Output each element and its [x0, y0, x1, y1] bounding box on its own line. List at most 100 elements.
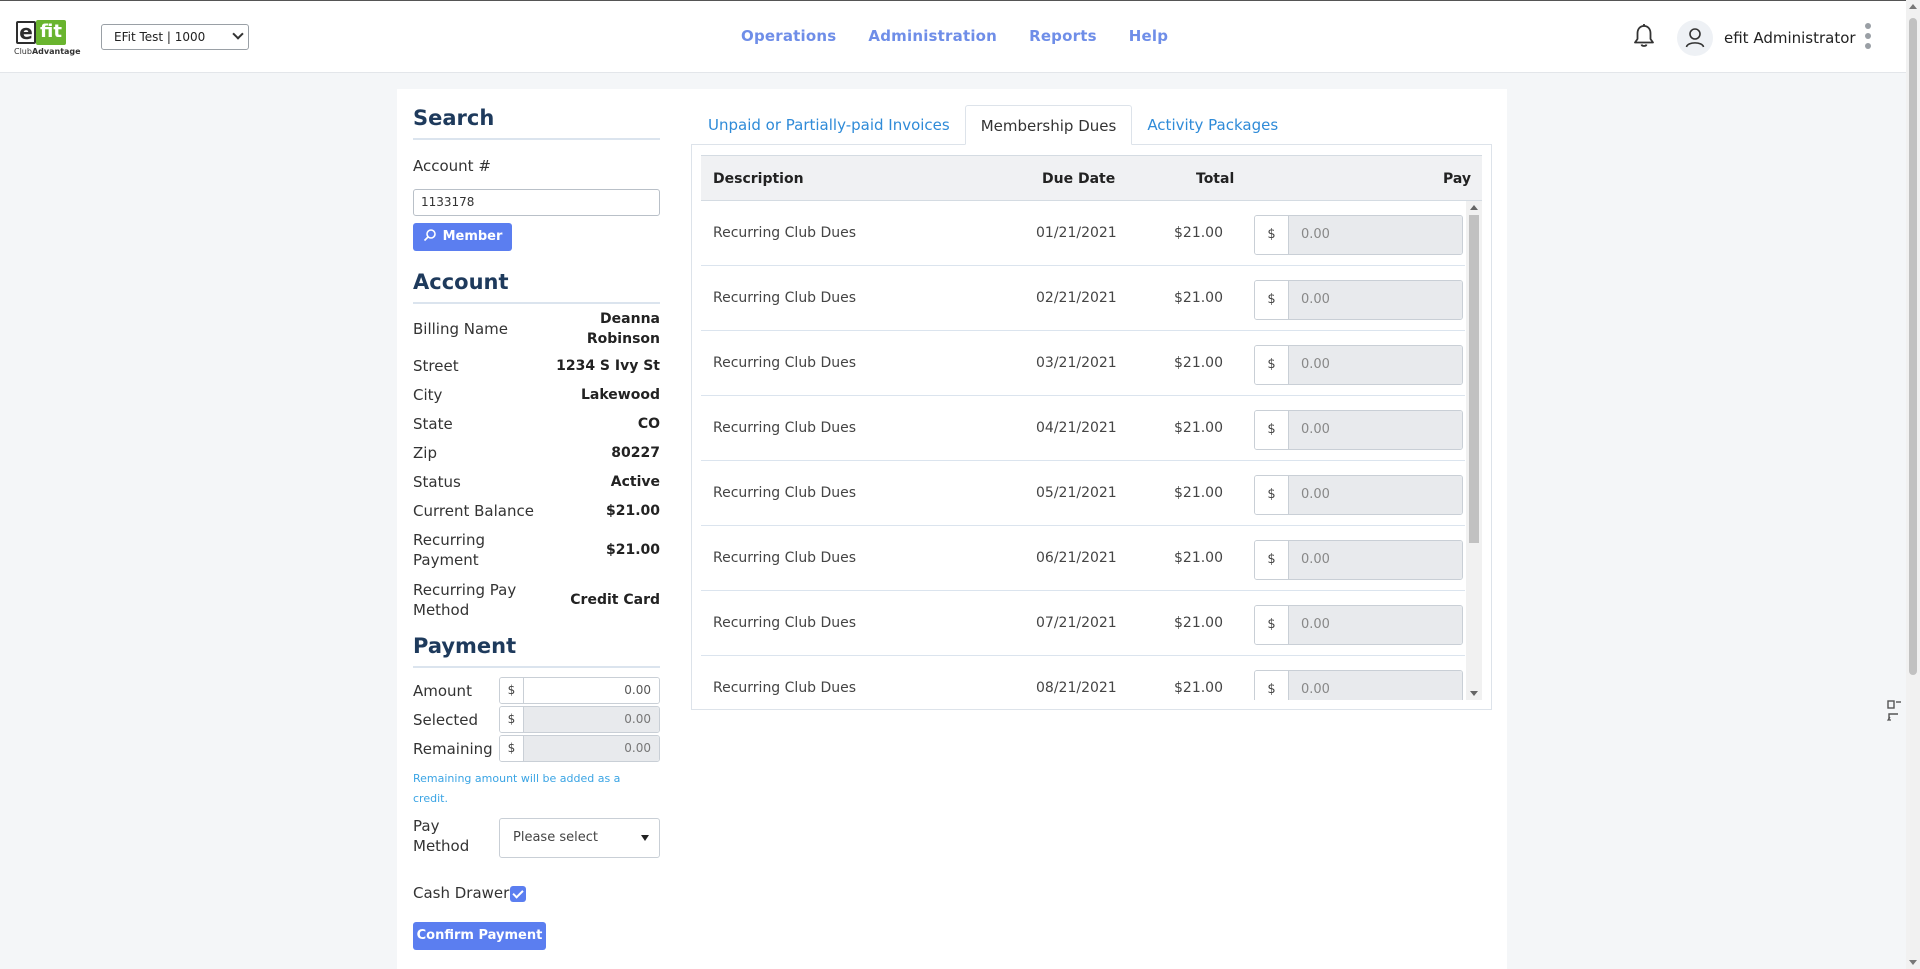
pay-value: 0.00: [1289, 346, 1462, 384]
row-pay-input[interactable]: $0.00: [1254, 605, 1463, 645]
search-icon: [423, 229, 436, 242]
table-row: Recurring Club Dues 06/21/2021 $21.00 $0…: [701, 526, 1465, 591]
table-scrollbar[interactable]: [1466, 201, 1482, 700]
row-total: $21.00: [1174, 420, 1223, 436]
bell-icon[interactable]: [1633, 23, 1655, 49]
row-description: Recurring Club Dues: [713, 680, 857, 696]
user-icon: [1685, 28, 1705, 48]
selected-row: Selected $ 0.00: [413, 706, 660, 733]
member-search-button[interactable]: Member: [413, 223, 512, 251]
account-number-label: Account #: [413, 157, 491, 175]
amount-input[interactable]: $ 0.00: [499, 677, 660, 704]
row-description: Recurring Club Dues: [713, 225, 857, 241]
row-total: $21.00: [1174, 680, 1223, 696]
row-due-date: 08/21/2021: [1036, 680, 1117, 696]
row-pay-input[interactable]: $0.00: [1254, 280, 1463, 320]
more-menu-icon[interactable]: [1863, 23, 1873, 51]
row-pay-input[interactable]: $0.00: [1254, 410, 1463, 450]
tab-bar: Unpaid or Partially-paid Invoices Member…: [693, 105, 1293, 145]
remaining-value: 0.00: [524, 736, 659, 761]
billing-name-row: Billing Name Deanna Robinson: [413, 309, 660, 349]
zip-label: Zip: [413, 444, 437, 462]
search-section-title: Search: [413, 106, 660, 140]
row-pay-input[interactable]: $0.00: [1254, 475, 1463, 515]
tab-unpaid-invoices[interactable]: Unpaid or Partially-paid Invoices: [693, 105, 965, 145]
row-total: $21.00: [1174, 290, 1223, 306]
row-total: $21.00: [1174, 225, 1223, 241]
nav-operations[interactable]: Operations: [741, 26, 836, 46]
pay-currency: $: [1255, 411, 1289, 449]
row-due-date: 07/21/2021: [1036, 615, 1117, 631]
pay-method-select[interactable]: Please select: [499, 818, 660, 858]
table-scrollbar-thumb[interactable]: [1469, 215, 1479, 543]
cash-drawer-checkbox[interactable]: [510, 886, 526, 902]
recurring-payment-value: $21.00: [605, 542, 660, 558]
selected-label: Selected: [413, 710, 479, 729]
nav-administration[interactable]: Administration: [868, 26, 997, 46]
pay-value: 0.00: [1289, 476, 1462, 514]
confirm-payment-button[interactable]: Confirm Payment: [413, 922, 546, 950]
current-balance-row: Current Balance $21.00: [413, 501, 660, 521]
tab-activity-packages[interactable]: Activity Packages: [1132, 105, 1293, 145]
table-row: Recurring Club Dues 04/21/2021 $21.00 $0…: [701, 396, 1465, 461]
table-row: Recurring Club Dues 07/21/2021 $21.00 $0…: [701, 591, 1465, 656]
pay-value: 0.00: [1289, 541, 1462, 579]
pay-currency: $: [1255, 541, 1289, 579]
row-due-date: 03/21/2021: [1036, 355, 1117, 371]
payment-section-title: Payment: [413, 634, 660, 668]
pay-currency: $: [1255, 216, 1289, 254]
page-scrollbar[interactable]: [1906, 0, 1920, 969]
remaining-label: Remaining: [413, 739, 493, 758]
pay-currency: $: [1255, 606, 1289, 644]
recurring-pay-method-label: Recurring Pay Method: [413, 581, 517, 619]
dues-table: Description Due Date Total Pay Recurring…: [701, 155, 1482, 700]
amount-value: 0.00: [524, 678, 659, 703]
row-description: Recurring Club Dues: [713, 485, 857, 501]
pay-value: 0.00: [1289, 216, 1462, 254]
pay-method-label: Pay Method: [413, 817, 470, 855]
side-tool-icon[interactable]: [1886, 698, 1902, 726]
row-pay-input[interactable]: $0.00: [1254, 540, 1463, 580]
row-pay-input[interactable]: $0.00: [1254, 345, 1463, 385]
recurring-pay-method-row: Recurring Pay Method Credit Card: [413, 580, 660, 620]
nav-help[interactable]: Help: [1129, 26, 1168, 46]
row-pay-input[interactable]: $0.00: [1254, 215, 1463, 255]
selected-currency: $: [500, 707, 524, 732]
pay-value: 0.00: [1289, 411, 1462, 449]
street-label: Street: [413, 357, 459, 375]
scroll-down-arrow-icon[interactable]: [1909, 960, 1917, 965]
user-name[interactable]: efit Administrator: [1724, 28, 1856, 48]
remaining-row: Remaining $ 0.00: [413, 735, 660, 762]
pay-value: 0.00: [1289, 606, 1462, 644]
row-due-date: 04/21/2021: [1036, 420, 1117, 436]
row-description: Recurring Club Dues: [713, 420, 857, 436]
table-row: Recurring Club Dues 08/21/2021 $21.00 $0…: [701, 656, 1465, 700]
scroll-down-arrow-icon[interactable]: [1470, 691, 1478, 696]
remaining-field: $ 0.00: [499, 735, 660, 762]
state-label: State: [413, 415, 453, 433]
state-value: CO: [637, 416, 660, 432]
avatar[interactable]: [1677, 20, 1713, 56]
table-row: Recurring Club Dues 01/21/2021 $21.00 $0…: [701, 201, 1465, 266]
city-value: Lakewood: [581, 387, 660, 403]
scroll-up-arrow-icon[interactable]: [1470, 205, 1478, 210]
pay-value: 0.00: [1289, 671, 1462, 700]
club-selector[interactable]: EFit Test | 1000: [101, 24, 249, 50]
table-row: Recurring Club Dues 05/21/2021 $21.00 $0…: [701, 461, 1465, 526]
row-pay-input[interactable]: $0.00: [1254, 670, 1463, 700]
zip-value: 80227: [611, 445, 660, 461]
nav-reports[interactable]: Reports: [1029, 26, 1097, 46]
amount-label: Amount: [413, 681, 472, 700]
efit-logo[interactable]: e fit ClubAdvantage: [14, 19, 86, 57]
row-description: Recurring Club Dues: [713, 355, 857, 371]
membership-dues-panel: Description Due Date Total Pay Recurring…: [691, 144, 1492, 710]
club-selector-value: EFit Test | 1000: [114, 30, 206, 44]
tab-membership-dues[interactable]: Membership Dues: [964, 105, 1133, 145]
row-total: $21.00: [1174, 355, 1223, 371]
billing-name-label: Billing Name: [413, 320, 509, 338]
logo-fit: fit: [36, 20, 66, 45]
scroll-up-arrow-icon[interactable]: [1909, 4, 1917, 9]
scrollbar-thumb[interactable]: [1909, 18, 1917, 675]
account-number-input[interactable]: 1133178: [413, 189, 660, 216]
logo-mark: e fit: [14, 19, 66, 46]
